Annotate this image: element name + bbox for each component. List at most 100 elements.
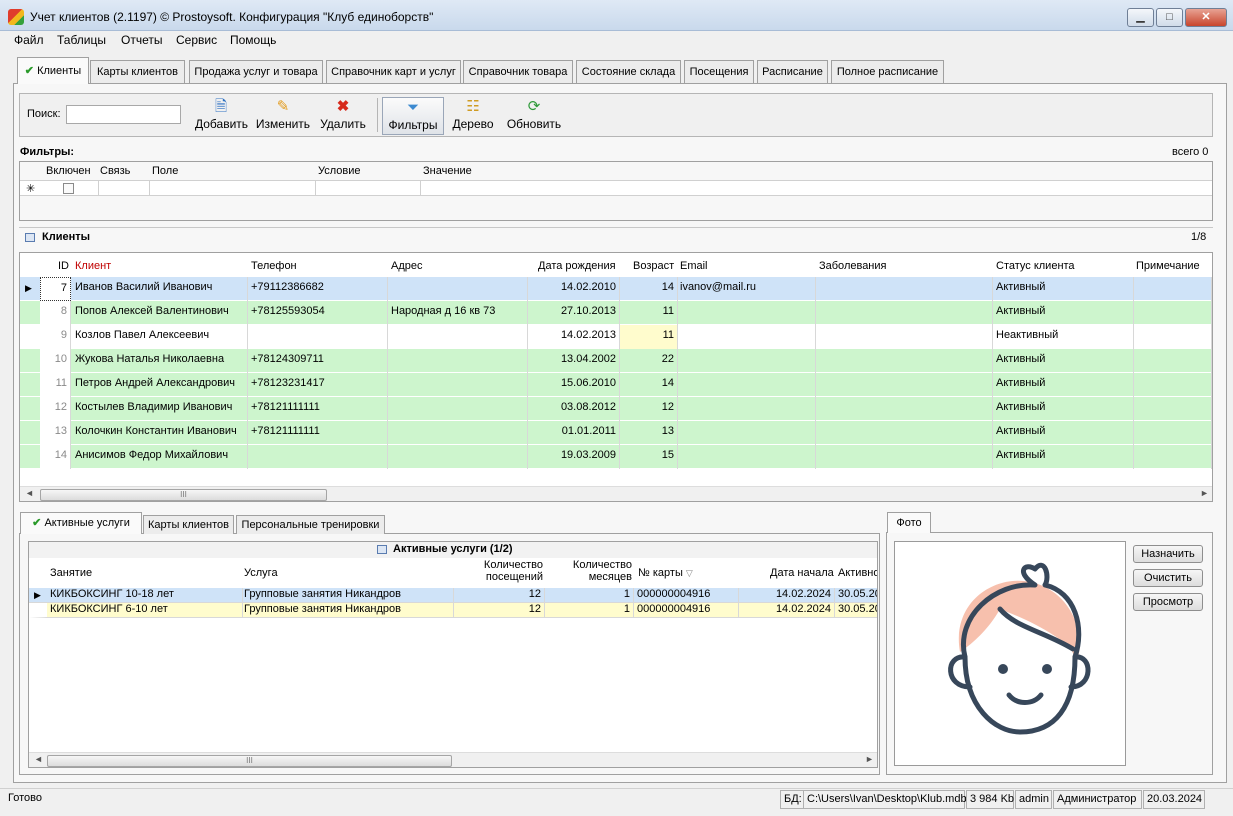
tab-client-cards[interactable]: Карты клиентов [90,60,185,83]
cell-email[interactable] [677,301,816,325]
scroll-left-icon[interactable]: ◄ [34,754,43,764]
cell-status[interactable]: Активный [993,397,1134,421]
table-row[interactable]: 12 Костылев Владимир Иванович +78121111111… [20,397,1212,421]
cell-note[interactable] [1134,325,1212,349]
cell-birth[interactable]: 03.08.2012 [528,397,620,421]
cell-months[interactable]: 1 [545,588,634,603]
tab-clients[interactable]: ✔ Клиенты [17,57,89,84]
cell-id[interactable]: 13 [40,421,71,445]
cell-disease[interactable] [816,421,993,445]
cell-id[interactable]: 14 [40,445,71,469]
refresh-button[interactable]: ⟳ Обновить [506,97,562,135]
tab-visits[interactable]: Посещения [684,60,754,83]
cell-id[interactable]: 11 [40,373,71,397]
cell-name[interactable]: Анисимов Федор Михайлович [72,445,248,469]
cell-birth[interactable]: 13.04.2002 [528,349,620,373]
cell-phone[interactable]: +78121111111 [248,397,388,421]
cell-lesson[interactable]: КИКБОКСИНГ 6-10 лет [47,603,243,618]
filters-button[interactable]: ⏷ Фильтры [382,97,444,135]
cell-service[interactable]: Групповые занятия Никандров [241,588,454,603]
tab-bottom-client-cards[interactable]: Карты клиентов [143,515,234,534]
cell-address[interactable] [388,397,528,421]
cell-phone[interactable] [248,325,388,349]
cell-age[interactable]: 12 [620,397,678,421]
cell-address[interactable] [388,373,528,397]
cell-service[interactable]: Групповые занятия Никандров [241,603,454,618]
cell-age[interactable]: 11 [620,325,678,349]
cell-age[interactable]: 22 [620,349,678,373]
cell-age[interactable]: 14 [620,373,678,397]
cell-phone[interactable]: +78125593054 [248,301,388,325]
delete-button[interactable]: ✖ Удалить [320,97,366,135]
cell-card[interactable]: 000000004916 [634,588,739,603]
view-photo-button[interactable]: Просмотр [1133,593,1203,611]
menu-reports[interactable]: Отчеты [121,33,162,47]
tab-cards-directory[interactable]: Справочник карт и услуг [326,60,461,83]
scroll-right-icon[interactable]: ► [865,754,874,764]
cell-status[interactable]: Активный [993,277,1134,301]
cell-card[interactable]: 000000004916 [634,603,739,618]
cell-id[interactable]: 9 [40,325,71,349]
cell-disease[interactable] [816,277,993,301]
cell-name[interactable]: Петров Андрей Александрович [72,373,248,397]
scroll-right-icon[interactable]: ► [1200,488,1209,498]
services-hscrollbar[interactable]: ◄ III ► [29,752,877,767]
tab-sales[interactable]: Продажа услуг и товара [189,60,323,83]
tab-full-schedule[interactable]: Полное расписание [831,60,944,83]
cell-note[interactable] [1134,349,1212,373]
cell-visits[interactable]: 12 [454,588,545,603]
table-row[interactable]: 9 Козлов Павел Алексеевич 14.02.2013 11 Неак… [20,325,1212,349]
cell-email[interactable]: ivanov@mail.ru [677,277,816,301]
cell-note[interactable] [1134,277,1212,301]
cell-name[interactable]: Жукова Наталья Николаевна [72,349,248,373]
cell-active[interactable]: 30.05.20 [835,588,877,603]
cell-months[interactable]: 1 [545,603,634,618]
tab-photo[interactable]: Фото [887,512,931,533]
cell-status[interactable]: Активный [993,301,1134,325]
table-row[interactable]: 13 Колочкин Константин Иванович +781211111… [20,421,1212,445]
cell-email[interactable] [677,397,816,421]
cell-id[interactable]: 12 [40,397,71,421]
clear-photo-button[interactable]: Очистить [1133,569,1203,587]
cell-birth[interactable]: 19.03.2009 [528,445,620,469]
cell-status[interactable]: Неактивный [993,325,1134,349]
filter-new-row[interactable]: ✳ [20,180,1212,196]
cell-status[interactable]: Активный [993,445,1134,469]
cell-birth[interactable]: 14.02.2010 [528,277,620,301]
cell-disease[interactable] [816,373,993,397]
table-row[interactable]: ▶ 7 Иванов Василий Иванович +79112386682 14.… [20,277,1212,301]
cell-email[interactable] [677,373,816,397]
enabled-checkbox[interactable] [63,183,74,194]
cell-address[interactable] [388,277,528,301]
cell-visits[interactable]: 12 [454,603,545,618]
cell-disease[interactable] [816,349,993,373]
tab-schedule[interactable]: Расписание [757,60,828,83]
cell-email[interactable] [677,349,816,373]
cell-phone[interactable]: +78123231417 [248,373,388,397]
cell-age[interactable]: 14 [620,277,678,301]
minimize-button[interactable]: ▁ [1127,8,1154,27]
cell-age[interactable]: 13 [620,421,678,445]
clients-hscrollbar[interactable]: ◄ III ► [20,486,1212,501]
tab-goods-directory[interactable]: Справочник товара [463,60,573,83]
cell-disease[interactable] [816,397,993,421]
cell-id[interactable]: 10 [40,349,71,373]
cell-address[interactable] [388,445,528,469]
cell-start[interactable]: 14.02.2024 [739,588,835,603]
table-row[interactable]: 11 Петров Андрей Александрович +7812323141… [20,373,1212,397]
cell-note[interactable] [1134,397,1212,421]
scroll-thumb[interactable]: III [47,755,452,767]
maximize-button[interactable]: □ [1156,8,1183,27]
menu-tables[interactable]: Таблицы [57,33,106,47]
cell-note[interactable] [1134,373,1212,397]
table-row[interactable]: КИКБОКСИНГ 6-10 лет Групповые занятия Ник… [29,603,877,618]
cell-phone[interactable]: +78124309711 [248,349,388,373]
cell-status[interactable]: Активный [993,349,1134,373]
cell-address[interactable] [388,349,528,373]
cell-name[interactable]: Костылев Владимир Иванович [72,397,248,421]
cell-note[interactable] [1134,301,1212,325]
cell-note[interactable] [1134,421,1212,445]
cell-disease[interactable] [816,301,993,325]
table-row[interactable]: 14 Анисимов Федор Михайлович 19.03.2009 15 А… [20,445,1212,469]
scroll-thumb[interactable]: III [40,489,327,501]
